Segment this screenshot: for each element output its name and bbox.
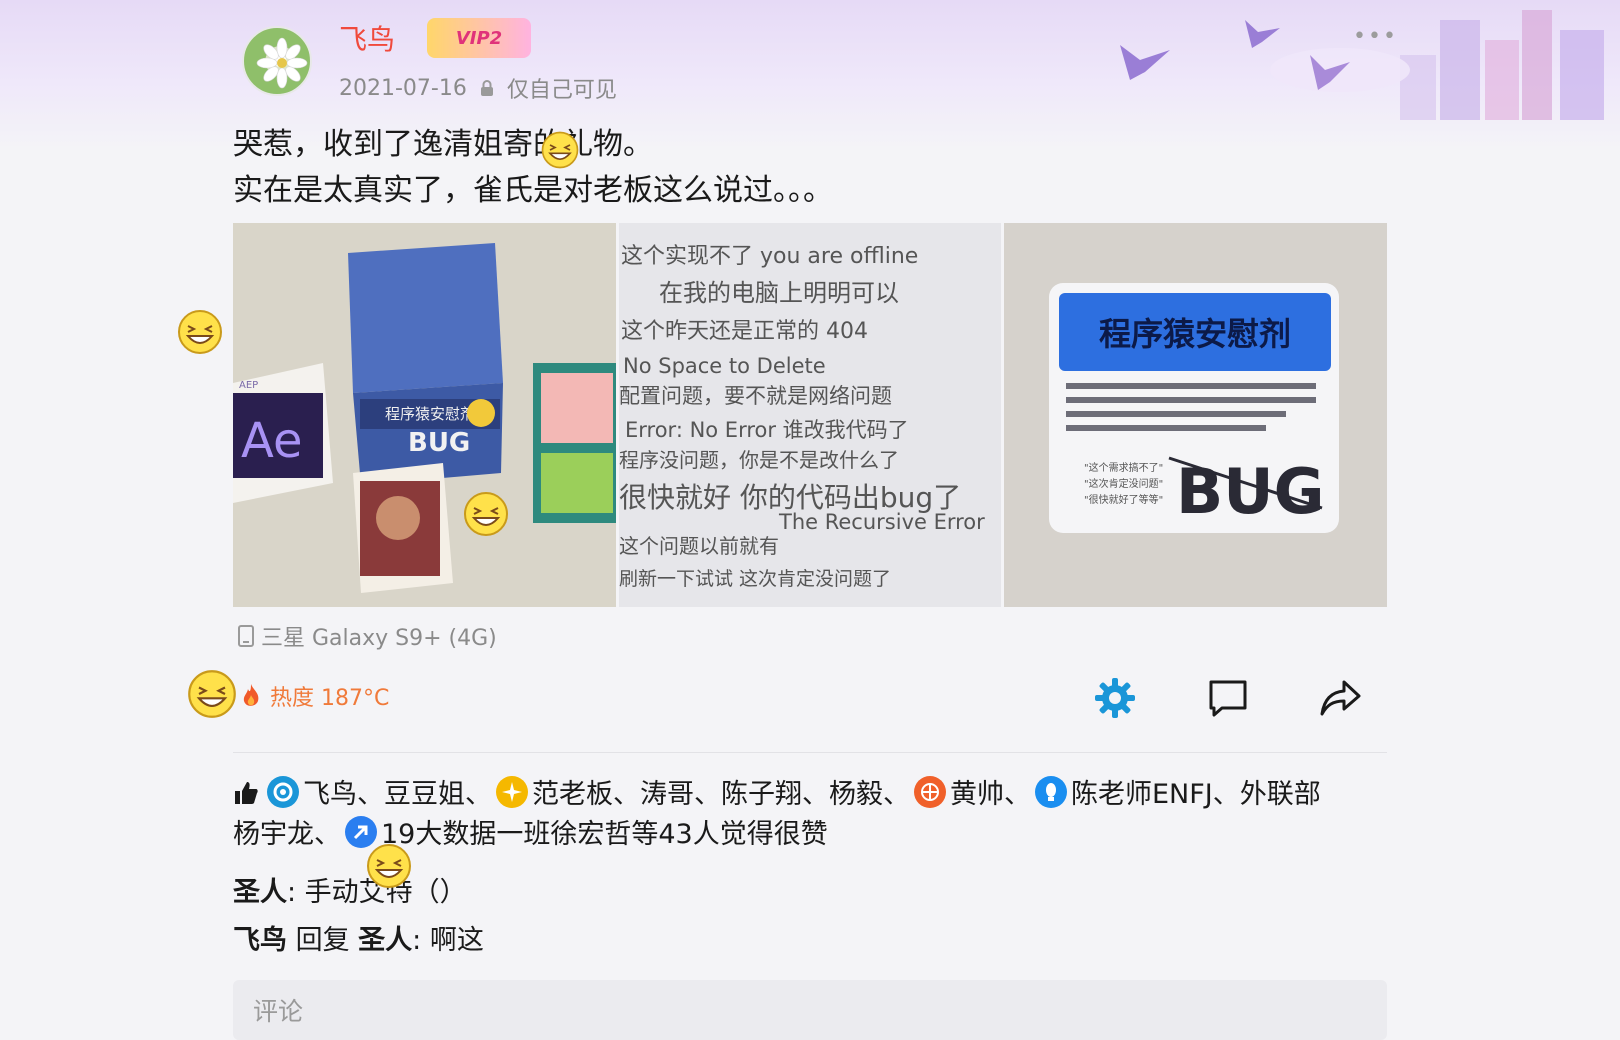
heat-indicator: 热度 187°C [240,680,389,712]
device-label: 三星 Galaxy S9+ (4G) [261,626,497,651]
device-info: 三星 Galaxy S9+ (4G) [237,620,497,652]
comment-placeholder: 评论 [253,997,304,1026]
photo2-line-6: Error: No Error 谁改我代码了 [625,418,909,442]
likes-text-b[interactable]: 范老板、涛哥、陈子翔、杨毅、 [532,779,910,810]
username[interactable]: 飞鸟 [339,18,395,58]
likes-text-a[interactable]: 飞鸟、豆豆姐、 [303,779,492,810]
ae-tag-text: AEP [239,380,258,391]
vip-badge[interactable]: VIP2 [427,18,531,58]
birds-city-decoration [1120,10,1604,120]
heat-label: 热度 187°C [270,686,390,711]
photo-2[interactable]: 这个实现不了 you are offline 在我的电脑上明明可以 这个昨天还是… [618,223,1002,607]
star-badge-icon [496,776,528,808]
box-bug-text: BUG [408,428,470,458]
likes-text-f: 19大数据一班徐宏哲等43人觉得很赞 [381,819,828,850]
laughing-emoji-icon [464,492,508,536]
divider [233,752,1387,753]
comment-author[interactable]: 飞鸟 [233,925,287,956]
basketball-badge-icon [914,776,946,808]
post-text: 哭惹，收到了逸清姐寄的礼物。 实在是太真实了，雀氏是对老板这么说过。。。 [233,122,833,214]
visibility-label: 仅自己可见 [506,78,617,103]
phone-icon [238,625,254,647]
laughing-emoji-icon [541,131,579,169]
reply-word: 回复 [287,925,359,956]
bulb-badge-icon [1035,776,1067,808]
photo2-line-5: 配置问题，要不就是网络问题 [619,384,892,408]
photo2-line-4: No Space to Delete [623,354,826,378]
laughing-emoji-icon [178,310,222,354]
photo2-line-7: 程序没问题，你是不是改什么了 [619,448,899,472]
comment-text: : 啊这 [412,925,484,956]
thumbs-up-icon [235,782,258,804]
photo2-line-3: 这个昨天还是正常的 404 [621,319,868,344]
box-title-text: 程序猿安慰剂 [385,405,475,423]
flame-icon [243,684,259,706]
photo2-line-9: The Recursive Error [778,510,985,534]
lock-icon [480,80,493,96]
gear-icon[interactable] [1093,676,1137,720]
laughing-emoji-icon [367,844,411,888]
comment-2[interactable]: 飞鸟 回复 圣人: 啊这 [233,918,484,957]
photo3-bug-word: BUG [1176,455,1325,528]
post-line-2: 实在是太真实了，雀氏是对老板这么说过。。。 [233,173,833,208]
photo3-quote-1: "这个需求搞不了" [1084,461,1163,474]
photo2-line-11: 刷新一下试试 这次肯定没问题了 [619,568,891,590]
comment-input[interactable]: 评论 [233,980,1387,1040]
likes-text-d[interactable]: 陈老师ENFJ、外联部 [1071,779,1321,810]
photo-1[interactable]: 程序猿安慰剂 BUG Ae AEP [233,223,616,607]
more-dots-icon[interactable]: ••• [1353,24,1398,49]
photo2-line-1: 这个实现不了 you are offline [621,244,918,269]
likes-text-c[interactable]: 黄帅、 [950,779,1031,810]
share-icon[interactable] [1318,676,1362,720]
comment-icon[interactable] [1206,676,1250,720]
photo-grid: 程序猿安慰剂 BUG Ae AEP 这个实现不了 you are offline… [233,223,1388,607]
post-date: 2021-07-16 [339,75,467,101]
post-line-1: 哭惹，收到了逸清姐寄的礼物。 [233,127,653,162]
comment-1[interactable]: 圣人: 手动艾特（） [233,870,467,909]
comment-author[interactable]: 圣人 [233,877,287,908]
photo3-quote-2: "这次肯定没问题" [1084,477,1163,490]
reply-target[interactable]: 圣人 [358,925,412,956]
avatar[interactable] [242,26,312,96]
likes-text-e[interactable]: 杨宇龙、 [233,819,341,850]
ae-logo-text: Ae [241,413,303,469]
post-meta: 2021-07-16 仅自己可见 [339,72,617,104]
gear-badge-icon [267,776,299,808]
photo2-line-2: 在我的电脑上明明可以 [659,279,899,307]
laughing-emoji-icon [188,670,236,718]
photo3-title: 程序猿安慰剂 [1099,315,1291,353]
photo2-line-10: 这个问题以前就有 [619,534,779,558]
photo-3[interactable]: 程序猿安慰剂 "这个需求搞不了" "这次肯定没问题" "很快就好了等等" BUG [1004,223,1388,607]
photo3-quote-3: "很快就好了等等" [1084,493,1163,506]
